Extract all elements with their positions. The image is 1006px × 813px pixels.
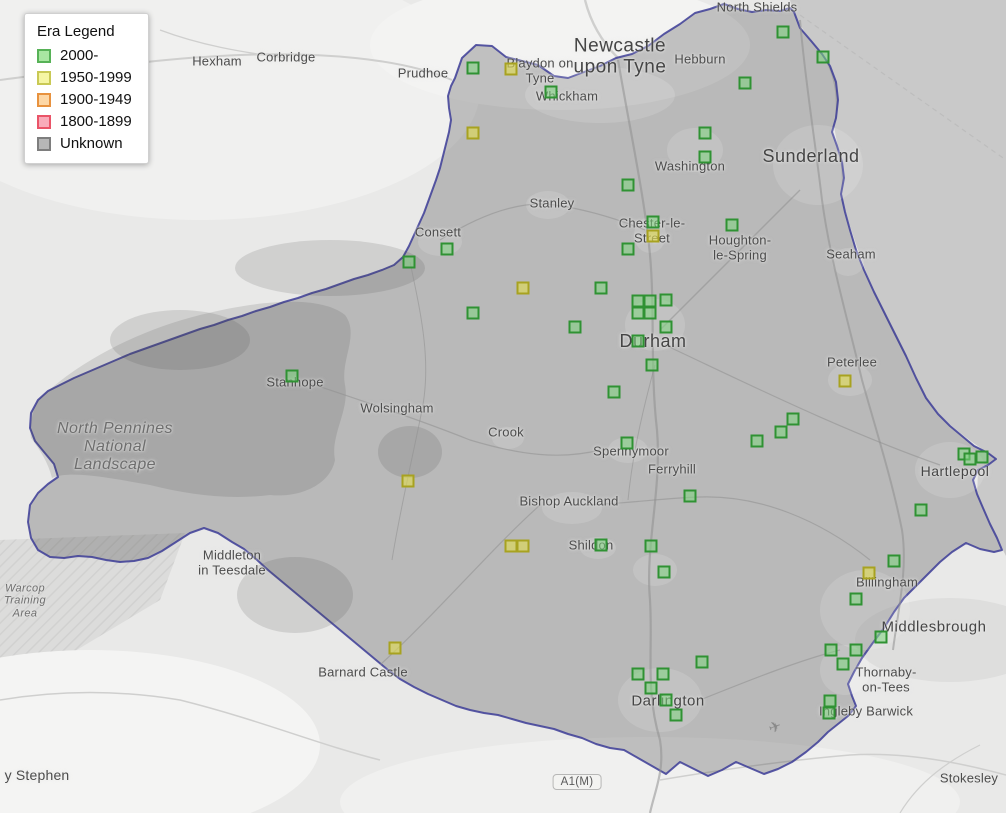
era-marker-2000[interactable] [594, 281, 608, 295]
legend-item-1800-1899: 1800-1899 [37, 113, 132, 130]
era-marker-2000[interactable] [440, 242, 454, 256]
era-marker-1950-1999[interactable] [862, 566, 876, 580]
era-marker-2000[interactable] [607, 385, 621, 399]
era-marker-2000[interactable] [774, 425, 788, 439]
era-marker-1950-1999[interactable] [401, 474, 415, 488]
era-marker-1950-1999[interactable] [388, 641, 402, 655]
era-marker-2000[interactable] [816, 50, 830, 64]
era-marker-2000[interactable] [698, 150, 712, 164]
legend-swatch-icon [37, 92, 51, 107]
legend-swatch-icon [37, 70, 51, 85]
era-marker-2000[interactable] [657, 565, 671, 579]
legend-title: Era Legend [37, 23, 115, 40]
era-marker-2000[interactable] [874, 630, 888, 644]
era-marker-2000[interactable] [887, 554, 901, 568]
map-canvas[interactable]: Newcastle upon Tyne Sunderland Durham Middl… [0, 0, 1006, 813]
era-marker-2000[interactable] [644, 681, 658, 695]
era-marker-2000[interactable] [646, 215, 660, 229]
era-marker-2000[interactable] [621, 178, 635, 192]
era-marker-2000[interactable] [914, 503, 928, 517]
era-marker-2000[interactable] [836, 657, 850, 671]
era-marker-2000[interactable] [594, 538, 608, 552]
era-marker-2000[interactable] [822, 706, 836, 720]
era-marker-2000[interactable] [466, 306, 480, 320]
era-marker-2000[interactable] [645, 358, 659, 372]
legend-label: 2000- [60, 47, 99, 64]
legend-item-unknown: Unknown [37, 135, 132, 152]
era-marker-1950-1999[interactable] [466, 126, 480, 140]
era-marker-2000[interactable] [975, 450, 989, 464]
era-marker-2000[interactable] [466, 61, 480, 75]
era-marker-2000[interactable] [849, 592, 863, 606]
legend-swatch-icon [37, 136, 51, 151]
era-marker-2000[interactable] [631, 334, 645, 348]
valley-light-area [0, 650, 320, 813]
era-marker-2000[interactable] [631, 667, 645, 681]
legend-label: 1900-1949 [60, 91, 132, 108]
era-marker-2000[interactable] [824, 643, 838, 657]
legend-item-1900-1949: 1900-1949 [37, 91, 132, 108]
era-marker-1950-1999[interactable] [504, 62, 518, 76]
era-marker-1950-1999[interactable] [838, 374, 852, 388]
era-marker-2000[interactable] [643, 306, 657, 320]
era-marker-2000[interactable] [683, 489, 697, 503]
era-marker-2000[interactable] [750, 434, 764, 448]
era-marker-2000[interactable] [620, 436, 634, 450]
era-marker-1950-1999[interactable] [646, 229, 660, 243]
legend-item-1950-1999: 1950-1999 [37, 69, 132, 86]
era-marker-2000[interactable] [621, 242, 635, 256]
era-marker-2000[interactable] [776, 25, 790, 39]
era-marker-1950-1999[interactable] [516, 281, 530, 295]
era-marker-2000[interactable] [695, 655, 709, 669]
legend-swatch-icon [37, 114, 51, 129]
legend-swatch-icon [37, 48, 51, 63]
era-marker-2000[interactable] [544, 85, 558, 99]
era-marker-1950-1999[interactable] [516, 539, 530, 553]
era-legend: Era Legend 2000- 1950-1999 1900-1949 1800-1… [24, 13, 149, 164]
era-marker-2000[interactable] [698, 126, 712, 140]
era-marker-2000[interactable] [849, 643, 863, 657]
era-marker-2000[interactable] [659, 693, 673, 707]
legend-items: 2000- 1950-1999 1900-1949 1800-1899 Unknown [37, 47, 132, 152]
era-marker-2000[interactable] [659, 293, 673, 307]
era-marker-2000[interactable] [656, 667, 670, 681]
era-marker-2000[interactable] [786, 412, 800, 426]
legend-label: 1800-1899 [60, 113, 132, 130]
era-marker-2000[interactable] [644, 539, 658, 553]
map-base-art [0, 0, 1006, 813]
road-badge-a1m: A1(M) [552, 774, 602, 790]
era-marker-2000[interactable] [402, 255, 416, 269]
legend-label: Unknown [60, 135, 123, 152]
legend-label: 1950-1999 [60, 69, 132, 86]
era-marker-2000[interactable] [669, 708, 683, 722]
era-marker-2000[interactable] [738, 76, 752, 90]
era-marker-2000[interactable] [285, 369, 299, 383]
era-marker-2000[interactable] [568, 320, 582, 334]
era-marker-2000[interactable] [659, 320, 673, 334]
era-marker-2000[interactable] [725, 218, 739, 232]
legend-item-2000: 2000- [37, 47, 132, 64]
